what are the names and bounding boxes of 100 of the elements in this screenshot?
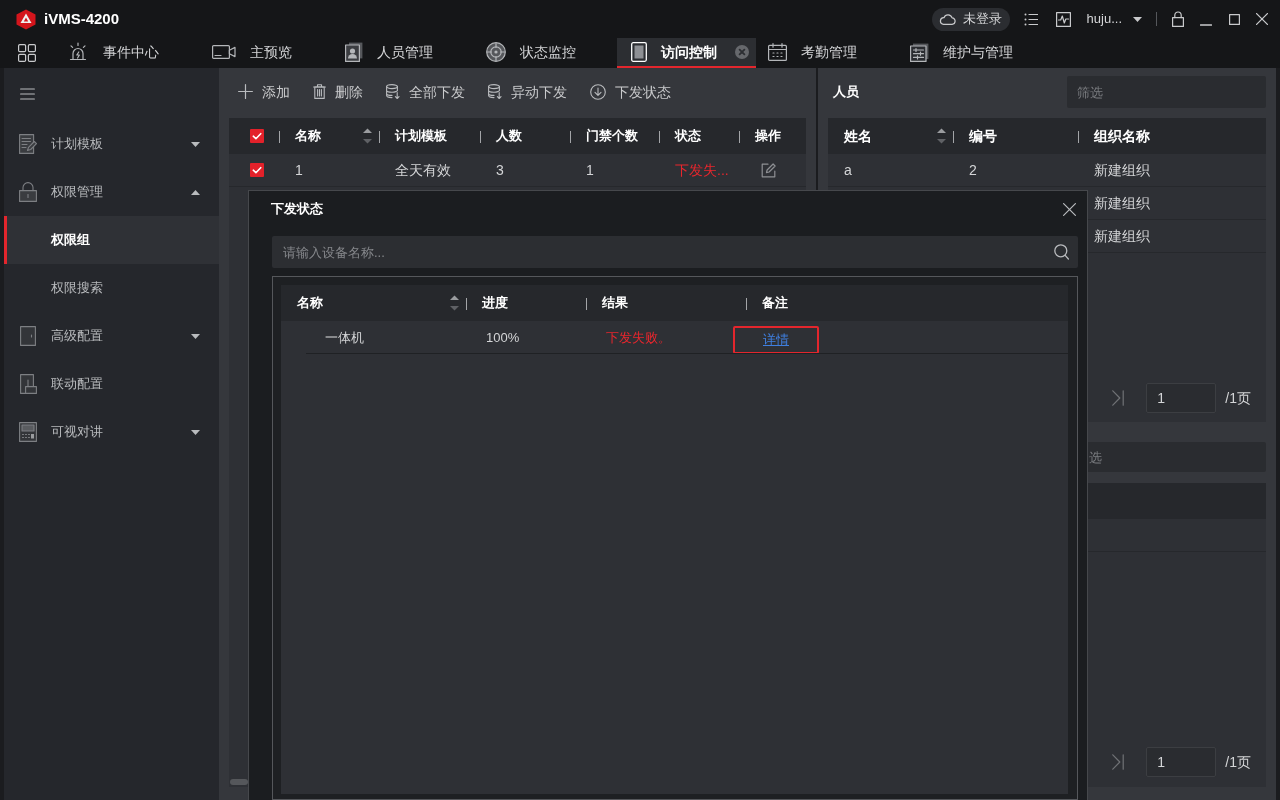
document-pencil-icon bbox=[19, 134, 37, 154]
page-input[interactable]: 1 bbox=[1146, 747, 1217, 777]
app-grid-icon[interactable] bbox=[18, 44, 36, 62]
lock-icon[interactable] bbox=[1172, 11, 1184, 27]
nav-tab[interactable]: 维护与管理 bbox=[898, 38, 1054, 68]
sort-icon[interactable] bbox=[450, 295, 459, 311]
linked-devices-icon bbox=[19, 374, 37, 394]
search-field[interactable]: 请输入设备名称... bbox=[272, 236, 1078, 268]
user-menu[interactable]: huju... bbox=[1086, 11, 1142, 27]
column-header: 状态 bbox=[675, 128, 701, 144]
last-page-icon[interactable] bbox=[1112, 754, 1125, 770]
sidebar-subitem[interactable]: 权限搜索 bbox=[4, 264, 219, 312]
database-icon bbox=[488, 84, 502, 100]
table-cell: 3 bbox=[496, 161, 504, 179]
maximize-icon[interactable] bbox=[1229, 13, 1240, 25]
plus-icon bbox=[238, 84, 253, 100]
column-header: 备注 bbox=[762, 295, 788, 311]
checkbox[interactable] bbox=[250, 129, 264, 143]
table-cell: 100% bbox=[486, 329, 520, 346]
page-input[interactable]: 1 bbox=[1146, 383, 1217, 413]
nav-tab[interactable]: 访问控制 bbox=[617, 38, 756, 68]
sidebar-item[interactable]: 权限管理 bbox=[4, 168, 219, 216]
table-cell: 2 bbox=[969, 161, 977, 179]
sidebar-item[interactable]: 高级配置 bbox=[4, 312, 219, 360]
sidebar-item[interactable]: 可视对讲 bbox=[4, 408, 219, 456]
app-title: iVMS-4200 bbox=[44, 10, 120, 28]
nav-tab[interactable]: 人员管理 bbox=[333, 38, 474, 68]
cloud-status-button[interactable]: 未登录 bbox=[931, 7, 1010, 31]
sort-icon[interactable] bbox=[363, 128, 372, 144]
table-cell: 新建组织 bbox=[1094, 194, 1150, 212]
target-icon bbox=[486, 42, 506, 62]
sidebar-item[interactable]: 联动配置 bbox=[4, 360, 219, 408]
page-total: /1页 bbox=[1225, 753, 1251, 771]
toolbar-button[interactable]: 添加 bbox=[238, 83, 290, 101]
alarm-light-icon bbox=[67, 42, 89, 62]
caret-down-icon bbox=[1133, 16, 1142, 22]
trash-icon bbox=[313, 84, 326, 100]
column-header: 人数 bbox=[496, 128, 522, 144]
table-cell: 新建组织 bbox=[1094, 227, 1150, 245]
table-cell: 1 bbox=[586, 161, 594, 179]
logo-icon bbox=[16, 8, 36, 30]
download-circle-icon bbox=[590, 84, 606, 100]
dialog-title: 下发状态 bbox=[271, 201, 323, 217]
last-page-icon[interactable] bbox=[1112, 390, 1125, 406]
column-header: 门禁个数 bbox=[586, 128, 638, 144]
nav-tab[interactable]: 主预览 bbox=[200, 38, 333, 68]
toolbar-button[interactable]: 异动下发 bbox=[488, 83, 567, 101]
close-icon[interactable] bbox=[1063, 202, 1076, 216]
filter-field[interactable]: 筛选 bbox=[1067, 76, 1266, 108]
toolbar-button[interactable]: 删除 bbox=[313, 83, 363, 101]
column-header: 操作 bbox=[755, 128, 781, 144]
panel-title: 人员 bbox=[832, 84, 859, 100]
cloud-icon bbox=[938, 13, 956, 25]
intercom-panel-icon bbox=[19, 422, 37, 442]
person-card-icon bbox=[345, 42, 363, 62]
sidebar-subitem[interactable]: 权限组 bbox=[4, 216, 219, 264]
search-icon[interactable] bbox=[1054, 244, 1069, 260]
filter-field[interactable]: 选 bbox=[1088, 442, 1266, 472]
table-cell: 1 bbox=[295, 161, 303, 179]
video-camera-icon bbox=[212, 44, 236, 60]
menu-icon[interactable] bbox=[20, 88, 35, 100]
caret-down-icon bbox=[191, 333, 200, 339]
door-icon bbox=[19, 326, 37, 346]
toolbar-button[interactable]: 全部下发 bbox=[386, 83, 465, 101]
nav-tab[interactable]: 状态监控 bbox=[474, 38, 617, 68]
list-icon[interactable] bbox=[1023, 12, 1038, 26]
sort-icon[interactable] bbox=[937, 128, 946, 144]
table-cell: 全天有效 bbox=[395, 161, 451, 179]
nav-tab[interactable]: 考勤管理 bbox=[756, 38, 898, 68]
caret-up-icon bbox=[191, 189, 200, 195]
status-text: 下发失... bbox=[675, 161, 729, 179]
caret-down-icon bbox=[191, 141, 200, 147]
edit-icon[interactable] bbox=[761, 162, 776, 178]
column-header: 名称 bbox=[295, 128, 321, 144]
nav-tab[interactable]: 事件中心 bbox=[55, 38, 200, 68]
column-header: 结果 bbox=[602, 295, 628, 311]
table-cell: 新建组织 bbox=[1094, 161, 1150, 179]
database-icon bbox=[386, 84, 400, 100]
sliders-panel-icon bbox=[910, 42, 929, 62]
calendar-icon bbox=[768, 43, 787, 61]
column-header: 进度 bbox=[482, 295, 508, 311]
page-total: /1页 bbox=[1225, 389, 1251, 407]
toolbar-button[interactable]: 下发状态 bbox=[590, 83, 671, 101]
column-header: 计划模板 bbox=[395, 128, 447, 144]
table-cell: a bbox=[844, 161, 852, 179]
sidebar-item[interactable]: 计划模板 bbox=[4, 120, 219, 168]
padlock-icon bbox=[19, 182, 37, 202]
table-cell: 一体机 bbox=[325, 329, 364, 346]
caret-down-icon bbox=[191, 429, 200, 435]
result-text: 下发失败。 bbox=[606, 329, 671, 346]
door-panel-icon bbox=[631, 42, 647, 62]
column-header: 姓名 bbox=[844, 127, 872, 145]
tab-close-icon[interactable] bbox=[735, 45, 749, 59]
column-header: 编号 bbox=[969, 127, 997, 145]
checkbox[interactable] bbox=[250, 163, 264, 177]
scrollbar[interactable] bbox=[230, 779, 248, 785]
close-icon[interactable] bbox=[1256, 13, 1268, 25]
pulse-monitor-icon[interactable] bbox=[1055, 11, 1071, 27]
column-header: 名称 bbox=[297, 295, 323, 311]
column-header: 组织名称 bbox=[1094, 127, 1150, 145]
